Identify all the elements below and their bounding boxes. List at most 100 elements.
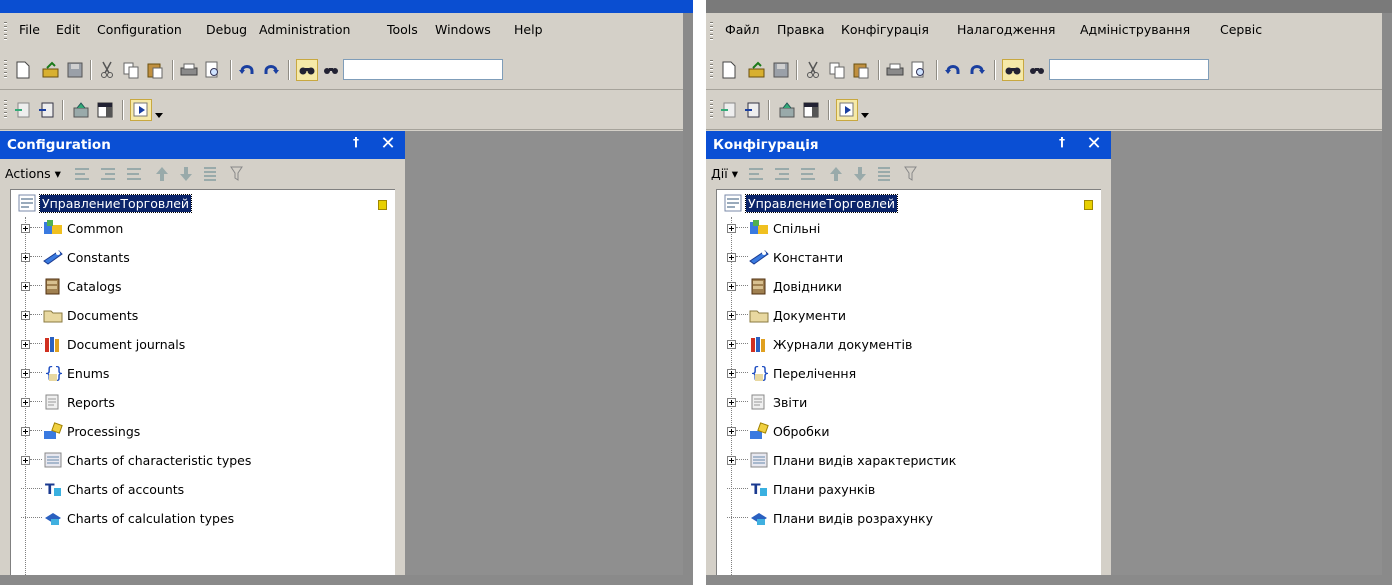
menu-configuration[interactable]: Конфігурація <box>840 22 930 37</box>
expand-icon[interactable] <box>727 281 736 291</box>
delete-icon[interactable] <box>124 164 144 184</box>
tree-item-charts-of-accounts[interactable]: T Плани рахунків <box>727 478 875 500</box>
menu-tools[interactable]: Tools <box>386 22 419 37</box>
open-icon[interactable] <box>40 59 62 81</box>
menu-debug[interactable]: Налагодження <box>956 22 1056 37</box>
print-preview-icon[interactable] <box>908 59 930 81</box>
pin-icon[interactable]: † <box>353 135 367 153</box>
change-icon[interactable] <box>772 164 792 184</box>
add-icon[interactable] <box>72 164 92 184</box>
sort-icon[interactable] <box>874 164 894 184</box>
print-icon[interactable] <box>178 59 200 81</box>
menu-debug[interactable]: Debug <box>205 22 248 37</box>
expand-icon[interactable] <box>21 252 30 262</box>
toolbar-grip[interactable] <box>710 22 713 42</box>
undo-icon[interactable] <box>942 59 964 81</box>
expand-icon[interactable] <box>727 455 736 465</box>
tree-item-charts-of-accounts[interactable]: T Charts of accounts <box>21 478 184 500</box>
tree-item-documents[interactable]: Documents <box>21 304 138 326</box>
tree-item-enums[interactable]: {}Enums <box>21 362 109 384</box>
save-icon[interactable] <box>770 59 792 81</box>
expand-icon[interactable] <box>727 339 736 349</box>
expand-icon[interactable] <box>727 368 736 378</box>
pin-icon[interactable]: † <box>1059 135 1073 153</box>
paste-icon[interactable] <box>144 59 166 81</box>
tree-item-processings[interactable]: Обробки <box>727 420 830 442</box>
expand-icon[interactable] <box>727 397 736 407</box>
filter-icon[interactable] <box>228 164 248 184</box>
menu-service[interactable]: Сервіс <box>1219 22 1263 37</box>
search-input[interactable] <box>343 59 503 80</box>
cut-icon[interactable] <box>96 59 118 81</box>
menu-administration[interactable]: Адміністрування <box>1079 22 1191 37</box>
tree-item-document-journals[interactable]: Журнали документів <box>727 333 912 355</box>
filter-icon[interactable] <box>902 164 922 184</box>
find-in-tree-icon[interactable] <box>1002 59 1024 81</box>
window-icon[interactable] <box>800 99 822 121</box>
new-document-icon[interactable] <box>12 59 34 81</box>
tree-root[interactable]: УправлениеТорговлей <box>17 193 193 213</box>
expand-icon[interactable] <box>21 368 30 378</box>
print-preview-icon[interactable] <box>202 59 224 81</box>
delete-icon[interactable] <box>798 164 818 184</box>
sort-icon[interactable] <box>200 164 220 184</box>
tree-item-charts-of-calculation-types[interactable]: Charts of calculation types <box>21 507 234 529</box>
paste-icon[interactable] <box>850 59 872 81</box>
dropdown-arrow-icon[interactable] <box>861 113 869 118</box>
menu-windows[interactable]: Windows <box>434 22 492 37</box>
debug-start-icon[interactable] <box>836 99 858 121</box>
print-icon[interactable] <box>884 59 906 81</box>
expand-icon[interactable] <box>21 397 30 407</box>
move-up-icon[interactable] <box>826 164 846 184</box>
tree-item-catalogs[interactable]: Довідники <box>727 275 842 297</box>
expand-icon[interactable] <box>21 223 30 233</box>
move-down-icon[interactable] <box>176 164 196 184</box>
binoculars-icon[interactable] <box>320 59 342 81</box>
expand-icon[interactable] <box>727 310 736 320</box>
expand-icon[interactable] <box>21 455 30 465</box>
binoculars-icon[interactable] <box>1026 59 1048 81</box>
tree-root[interactable]: УправлениеТорговлей <box>723 193 899 213</box>
save-icon[interactable] <box>64 59 86 81</box>
tree-item-reports[interactable]: Reports <box>21 391 115 413</box>
save-config-icon[interactable] <box>36 99 58 121</box>
tree-item-catalogs[interactable]: Catalogs <box>21 275 122 297</box>
expand-icon[interactable] <box>727 252 736 262</box>
menu-edit[interactable]: Правка <box>776 22 826 37</box>
tree-item-reports[interactable]: Звіти <box>727 391 807 413</box>
redo-icon[interactable] <box>260 59 282 81</box>
menu-file[interactable]: File <box>18 22 41 37</box>
expand-icon[interactable] <box>21 310 30 320</box>
toolbar-grip[interactable] <box>4 60 7 80</box>
tree-item-charts-of-calculation-types[interactable]: Плани видів розрахунку <box>727 507 933 529</box>
tree-item-common[interactable]: Common <box>21 217 123 239</box>
close-icon[interactable]: ✕ <box>1085 134 1103 154</box>
tree-item-common[interactable]: Спільні <box>727 217 820 239</box>
copy-icon[interactable] <box>826 59 848 81</box>
actions-menu-button[interactable]: Actions ▾ <box>5 166 61 181</box>
menu-administration[interactable]: Administration <box>258 22 351 37</box>
tree-item-processings[interactable]: Processings <box>21 420 140 442</box>
undo-icon[interactable] <box>236 59 258 81</box>
expand-icon[interactable] <box>727 223 736 233</box>
tree-item-documents[interactable]: Документи <box>727 304 846 326</box>
tree-item-charts-of-characteristic-types[interactable]: Charts of characteristic types <box>21 449 251 471</box>
new-document-icon[interactable] <box>718 59 740 81</box>
menu-configuration[interactable]: Configuration <box>96 22 183 37</box>
change-icon[interactable] <box>98 164 118 184</box>
menu-help[interactable]: Help <box>513 22 544 37</box>
expand-icon[interactable] <box>21 339 30 349</box>
actions-menu-button[interactable]: Дії ▾ <box>711 166 738 181</box>
load-config-icon[interactable] <box>12 99 34 121</box>
search-input[interactable] <box>1049 59 1209 80</box>
tree-item-charts-of-characteristic-types[interactable]: Плани видів характеристик <box>727 449 956 471</box>
toolbar-grip[interactable] <box>4 100 7 120</box>
update-database-icon[interactable] <box>776 99 798 121</box>
find-in-tree-icon[interactable] <box>296 59 318 81</box>
toolbar-grip[interactable] <box>710 60 713 80</box>
expand-icon[interactable] <box>727 426 736 436</box>
toolbar-grip[interactable] <box>710 100 713 120</box>
move-down-icon[interactable] <box>850 164 870 184</box>
tree-item-constants[interactable]: Константи <box>727 246 843 268</box>
move-up-icon[interactable] <box>152 164 172 184</box>
